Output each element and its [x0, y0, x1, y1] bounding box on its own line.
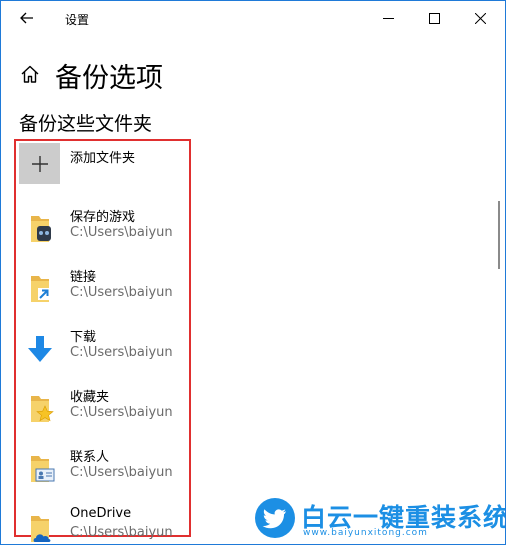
maximize-icon	[428, 12, 440, 24]
window-title: 设置	[65, 13, 90, 27]
folder-path: C:\Users\baiyun	[70, 405, 173, 420]
minimize-button[interactable]	[365, 1, 411, 35]
favorites-folder-icon	[31, 396, 54, 422]
maximize-button[interactable]	[411, 1, 457, 35]
folder-item-downloads[interactable]: 下载 C:\Users\baiyun	[21, 326, 186, 374]
folder-path: C:\Users\baiyun	[70, 345, 173, 360]
back-button[interactable]	[11, 5, 43, 31]
watermark-url: www.baiyunxitong.com	[303, 528, 428, 538]
folder-path: C:\Users\baiyun	[70, 285, 173, 300]
folder-name: 收藏夹	[70, 390, 110, 405]
close-icon	[474, 12, 486, 24]
folder-item-saved-games[interactable]: 保存的游戏 C:\Users\baiyun	[21, 206, 186, 254]
close-button[interactable]	[457, 1, 503, 35]
home-icon[interactable]	[19, 63, 41, 85]
folder-name: 联系人	[70, 450, 110, 465]
page-title: 备份选项	[55, 63, 163, 94]
bird-logo-icon	[255, 498, 295, 538]
saved-games-folder-icon	[31, 216, 51, 242]
folder-item-favorites[interactable]: 收藏夹 C:\Users\baiyun	[21, 386, 186, 434]
download-icon	[28, 336, 52, 362]
folder-item-onedrive[interactable]: OneDrive C:\Users\baiyun	[21, 506, 186, 544]
folder-name: 保存的游戏	[70, 210, 136, 225]
folder-path: C:\Users\baiyun	[70, 525, 173, 540]
twitter-bird-icon	[262, 509, 286, 529]
folder-name: OneDrive	[70, 506, 132, 521]
section-title: 备份这些文件夹	[19, 113, 153, 135]
back-arrow-icon	[20, 12, 33, 24]
watermark-logo: 白云一键重装系统 www.baiyunxitong.com	[255, 498, 505, 542]
folder-path: C:\Users\baiyun	[70, 225, 173, 240]
folder-item-links[interactable]: 链接 C:\Users\baiyun	[21, 266, 186, 314]
settings-window: 设置 备份选项 备份这些文件夹 添加文件夹 保存的游戏 C:\Users\bai…	[0, 0, 506, 545]
add-folder-label[interactable]: 添加文件夹	[70, 147, 135, 166]
add-folder-button[interactable]	[19, 143, 60, 184]
folder-item-contacts[interactable]: 联系人 C:\Users\baiyun	[21, 446, 186, 494]
onedrive-folder-icon	[31, 516, 51, 542]
title-bar: 设置	[1, 1, 505, 35]
folder-name: 下载	[70, 330, 97, 345]
links-folder-icon	[31, 276, 50, 302]
folder-name: 链接	[70, 270, 97, 285]
folder-path: C:\Users\baiyun	[70, 465, 173, 480]
scrollbar[interactable]	[498, 201, 500, 269]
contacts-folder-icon	[31, 456, 55, 482]
minimize-icon	[382, 17, 394, 19]
plus-icon	[31, 155, 48, 172]
